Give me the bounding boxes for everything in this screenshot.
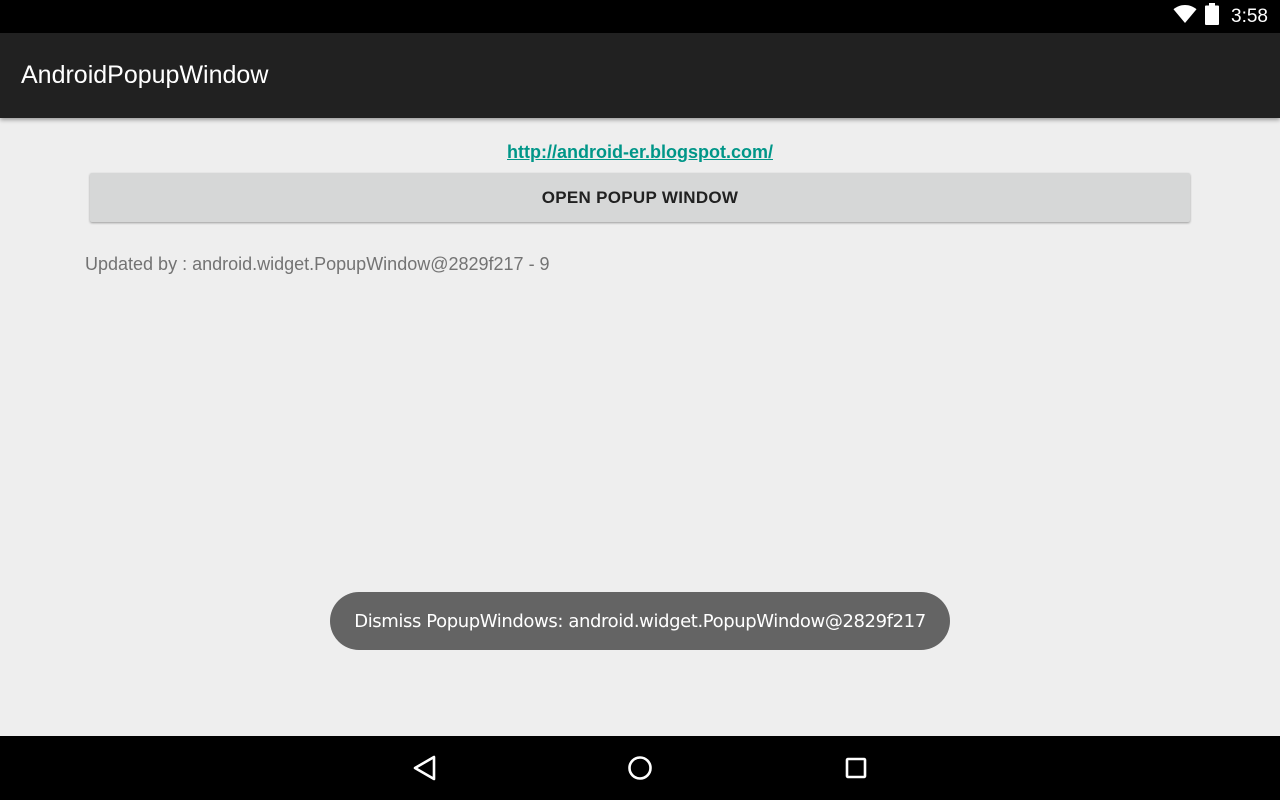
status-time: 3:58	[1231, 6, 1268, 27]
screen: 3:58 AndroidPopupWindow http://android-e…	[0, 0, 1280, 800]
recents-icon	[845, 757, 867, 779]
recents-button[interactable]	[816, 736, 896, 800]
back-button[interactable]	[385, 736, 465, 800]
app-title: AndroidPopupWindow	[21, 61, 269, 89]
toast-message: Dismiss PopupWindows: android.widget.Pop…	[330, 592, 950, 650]
battery-icon	[1205, 3, 1220, 30]
navigation-bar	[0, 736, 1280, 800]
back-icon	[413, 755, 436, 781]
home-icon	[628, 756, 652, 780]
main-content: http://android-er.blogspot.com/ OPEN POP…	[0, 118, 1280, 736]
home-button[interactable]	[600, 736, 680, 800]
open-popup-button[interactable]: OPEN POPUP WINDOW	[90, 173, 1190, 222]
status-icons: 3:58	[1173, 0, 1268, 33]
blog-link[interactable]: http://android-er.blogspot.com/	[0, 142, 1280, 163]
wifi-icon	[1173, 4, 1197, 29]
updated-by-text: Updated by : android.widget.PopupWindow@…	[85, 254, 550, 274]
status-bar: 3:58	[0, 0, 1280, 33]
toast-text: Dismiss PopupWindows: android.widget.Pop…	[354, 610, 926, 632]
action-bar: AndroidPopupWindow	[0, 33, 1280, 118]
